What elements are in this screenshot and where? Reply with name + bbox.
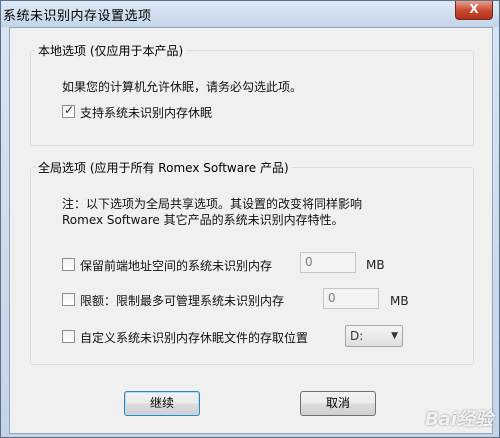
title-bar: 系统未识别内存设置选项 X <box>1 1 499 27</box>
limit-memory-checkbox[interactable] <box>62 293 75 306</box>
limit-memory-label[interactable]: 限额：限制最多可管理系统未识别内存 <box>80 292 316 309</box>
close-button[interactable]: X <box>455 1 493 20</box>
global-options-note-line2: Romex Software 其它产品的系统未识别内存特性。 <box>62 213 344 227</box>
reserve-memory-input[interactable]: 0 <box>300 252 356 273</box>
global-options-legend: 全局选项 (应用于所有 Romex Software 产品) <box>38 161 289 175</box>
limit-memory-input[interactable]: 0 <box>323 288 379 309</box>
local-options-note: 如果您的计算机允许休眠，请务必勾选此项。 <box>62 80 303 94</box>
reserve-memory-label[interactable]: 保留前端地址空间的系统未识别内存 <box>80 257 292 274</box>
dialog-window: 系统未识别内存设置选项 X 本地选项 (仅应用于本产品) 如果您的计算机允许休眠… <box>0 0 500 438</box>
global-options-note-line1: 注：以下选项为全局共享选项。其设置的改变将同样影响 <box>62 197 363 211</box>
cancel-button[interactable]: 取消 <box>300 391 376 416</box>
reserve-memory-unit: MB <box>366 258 385 272</box>
custom-location-checkbox[interactable] <box>62 330 75 343</box>
chevron-down-icon: ▼ <box>391 331 398 341</box>
custom-location-label[interactable]: 自定义系统未识别内存休眠文件的存取位置 <box>80 329 332 346</box>
continue-button[interactable]: 继续 <box>124 391 200 416</box>
local-options-legend: 本地选项 (仅应用于本产品) <box>38 44 184 58</box>
drive-select-value: D: <box>350 329 364 343</box>
reserve-memory-checkbox[interactable] <box>62 258 75 271</box>
window-title: 系统未识别内存设置选项 <box>3 9 152 24</box>
hibernate-checkbox[interactable] <box>62 103 75 118</box>
watermark-logo: Bai经验 <box>424 409 493 430</box>
limit-memory-unit: MB <box>390 294 409 308</box>
drive-select[interactable]: D: ▼ <box>345 325 403 347</box>
dialog-body: 本地选项 (仅应用于本产品) 如果您的计算机允许休眠，请务必勾选此项。 支持系统… <box>9 27 493 434</box>
hibernate-checkbox-label[interactable]: 支持系统未识别内存休眠 <box>80 104 212 121</box>
